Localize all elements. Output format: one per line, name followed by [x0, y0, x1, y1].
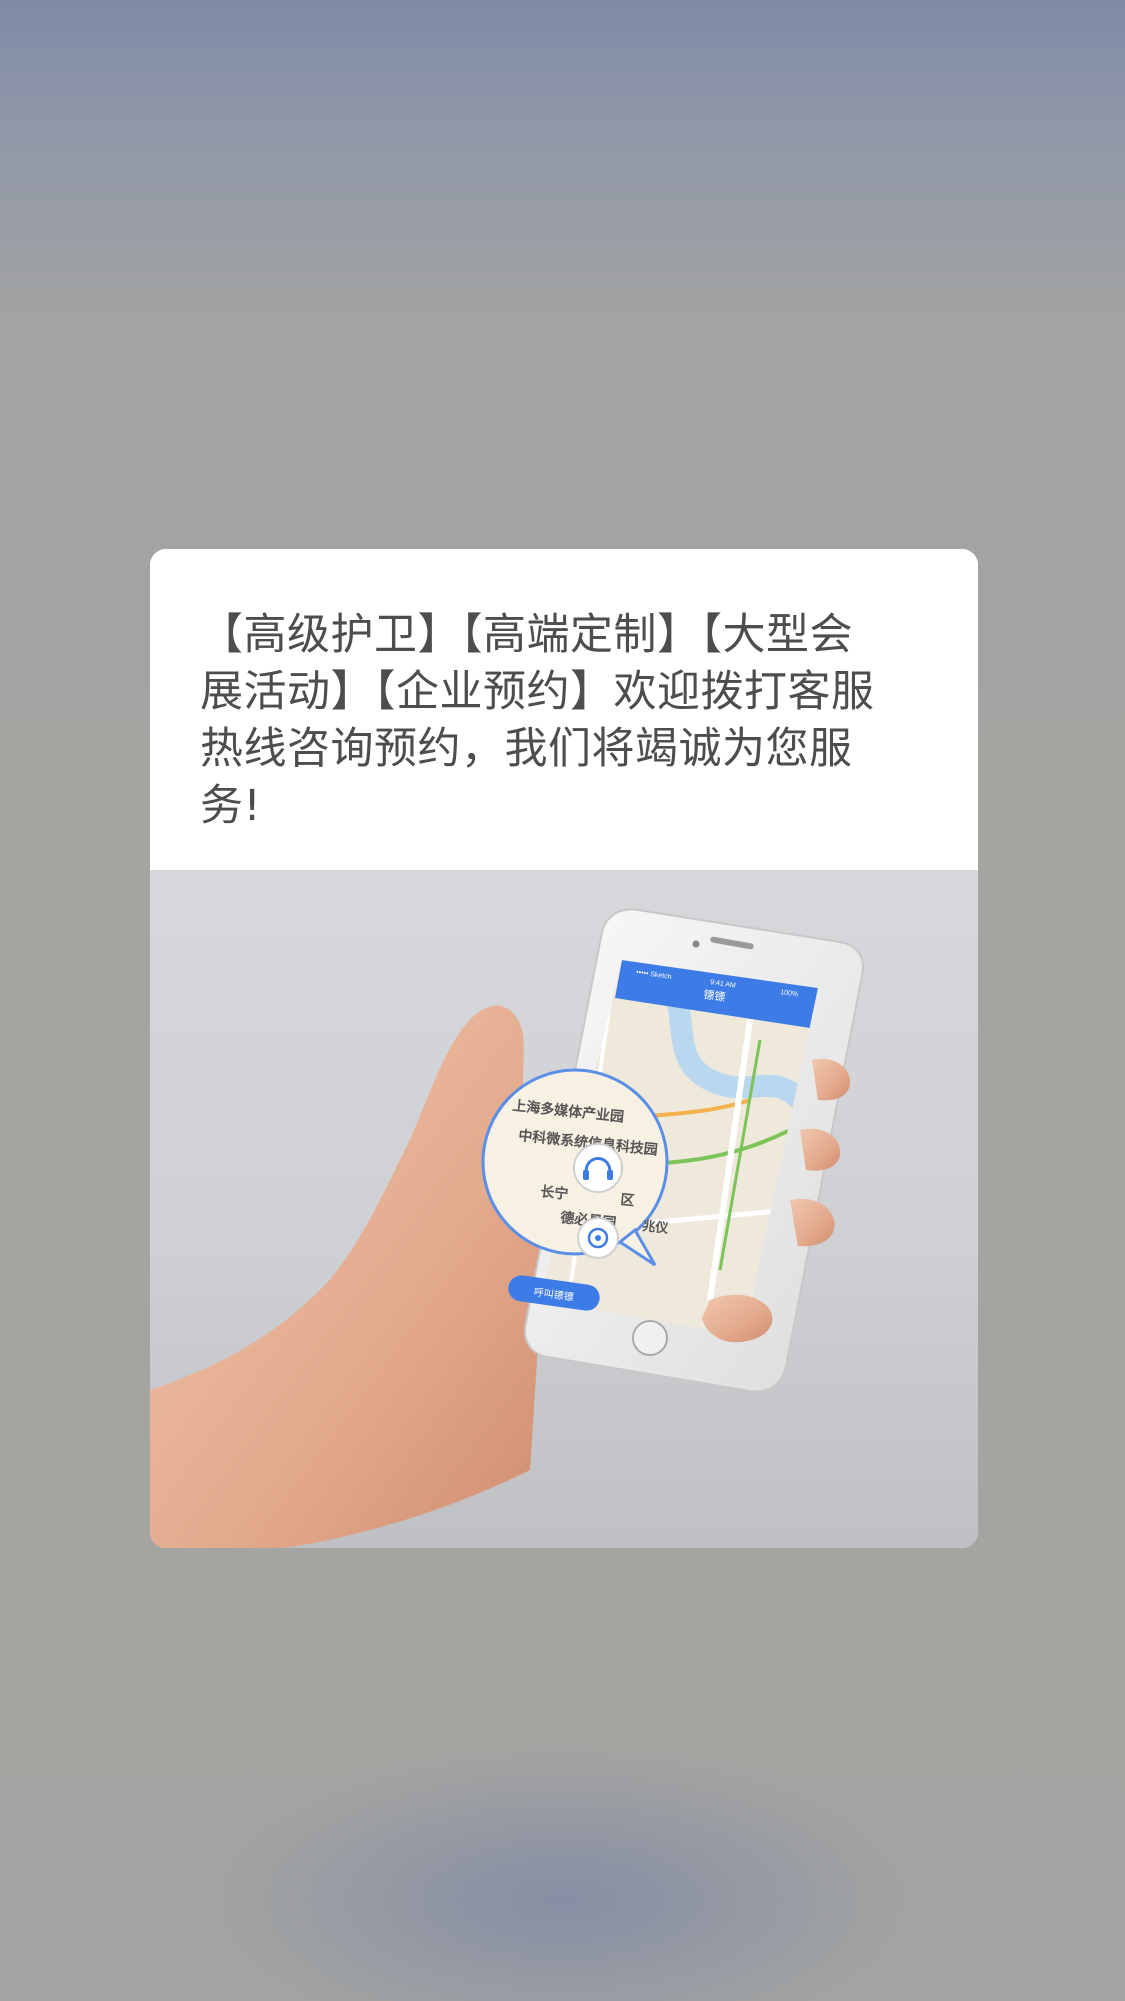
phone-in-hand-map-icon: ••••• Sketch 9:41 AM 100% 镖镖 上海多媒体产业园 中科… [150, 908, 864, 1548]
headset-icon [573, 1143, 623, 1193]
dialog-message-area: 【高级护卫】【高端定制】【大型会展活动】【企业预约】欢迎拨打客服热线咨询预约，我… [150, 549, 978, 870]
promo-image: ••••• Sketch 9:41 AM 100% 镖镖 上海多媒体产业园 中科… [150, 870, 978, 1548]
map-label-4: 区 [620, 1192, 636, 1209]
hand-shape [150, 1005, 552, 1548]
message-dialog: 【高级护卫】【高端定制】【大型会展活动】【企业预约】欢迎拨打客服热线咨询预约，我… [150, 549, 978, 1548]
dialog-message: 【高级护卫】【高端定制】【大型会展活动】【企业预约】欢迎拨打客服热线咨询预约，我… [200, 610, 875, 831]
locate-icon [577, 1217, 619, 1259]
map-label-3: 长宁 [540, 1183, 570, 1203]
map-label-6: 兆仪 [642, 1218, 671, 1237]
